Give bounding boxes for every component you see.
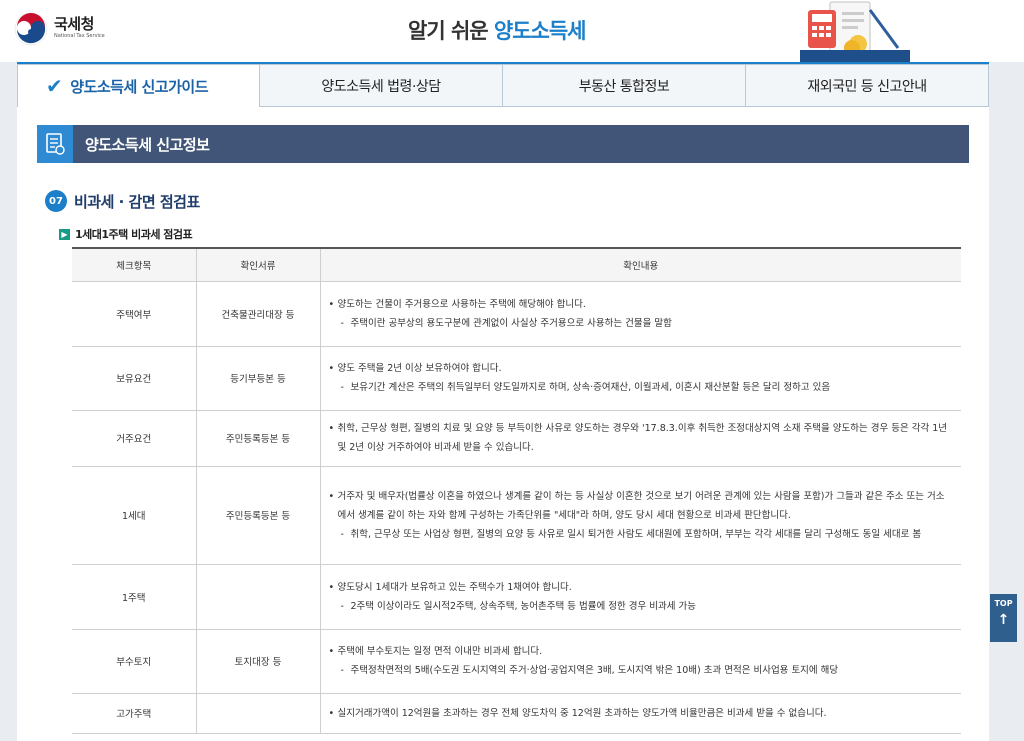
document-cell: 건축물관리대장 등 (195, 281, 320, 347)
detail-main: 양도 주택을 2년 이상 보유하여야 합니다. (329, 359, 950, 378)
section-header: 양도소득세 신고정보 (37, 125, 969, 163)
table-row: 부수토지 토지대장 등 주택에 부수토지는 일정 면적 이내만 비과세 합니다.… (72, 629, 961, 694)
detail-sub: 주택정착면적의 5배(수도권 도시지역의 주거·상업·공업지역은 3배, 도시지… (329, 661, 950, 680)
check-item-cell: 1세대 (72, 466, 196, 565)
table-row: 주택여부 건축물관리대장 등 양도하는 건물이 주거용으로 사용하는 주택에 해… (72, 281, 961, 347)
detail-sub: 보유기간 계산은 주택의 취득일부터 양도일까지로 하며, 상속·증여재산, 이… (329, 378, 950, 397)
document-cell: 토지대장 등 (195, 629, 320, 694)
tax-illustration-icon (800, 1, 910, 62)
document-cell: 주민등록등본 등 (195, 466, 320, 565)
table-header-cell: 확인서류 (195, 248, 320, 282)
detail-main: 양도당시 1세대가 보유하고 있는 주택수가 1채여야 합니다. (329, 578, 950, 597)
check-icon: ✔ (46, 74, 63, 98)
page-title: 알기 쉬운 양도소득세 (408, 15, 587, 45)
check-item-cell: 1주택 (72, 564, 196, 630)
detail-cell: 취학, 근무상 형편, 질병의 치료 및 요양 등 부득이한 사유로 양도하는 … (319, 410, 961, 467)
document-icon (37, 125, 73, 163)
tab-label: 재외국민 등 신고안내 (807, 78, 927, 95)
tab-label: 부동산 통합정보 (578, 78, 670, 95)
arrow-up-icon: ↑ (997, 612, 1010, 628)
detail-main: 취학, 근무상 형편, 질병의 치료 및 요양 등 부득이한 사유로 양도하는 … (329, 419, 950, 457)
detail-sub: 주택이란 공부상의 용도구분에 관계없이 사실상 주거용으로 사용하는 건물을 … (329, 314, 950, 333)
document-cell: 주민등록등본 등 (195, 410, 320, 467)
scroll-top-button[interactable]: TOP ↑ (990, 594, 1017, 642)
table-header-cell: 체크항목 (72, 248, 196, 282)
header: 국세청 National Tax Service 알기 쉬운 양도소득세 (0, 0, 1024, 62)
detail-sub: 2주택 이상이라도 일시적2주택, 상속주택, 농어촌주택 등 법률에 정한 경… (329, 597, 950, 616)
tab-label: 양도소득세 법령·상담 (321, 78, 441, 95)
step-number-badge: 07 (45, 190, 67, 212)
table-row: 보유요건 등기부등본 등 양도 주택을 2년 이상 보유하여야 합니다. 보유기… (72, 346, 961, 411)
chevron-right-icon: ▶ (59, 228, 70, 240)
top-label: TOP (994, 599, 1013, 608)
table-header-cell: 확인내용 (319, 248, 961, 282)
checklist-table: 체크항목 확인서류 확인내용 주택여부 건축물관리대장 등 양도하는 건물이 주… (72, 247, 961, 734)
check-item-cell: 주택여부 (72, 281, 196, 347)
table-row: 1주택 양도당시 1세대가 보유하고 있는 주택수가 1채여야 합니다. 2주택… (72, 564, 961, 630)
step-title: 비과세 · 감면 점검표 (74, 192, 200, 211)
page-title-prefix: 알기 쉬운 (408, 19, 494, 43)
detail-cell: 주택에 부수토지는 일정 면적 이내만 비과세 합니다. 주택정착면적의 5배(… (319, 629, 961, 694)
nts-logo-icon[interactable] (14, 12, 48, 46)
tab-real-estate-info[interactable]: 부동산 통합정보 (503, 64, 746, 107)
tab-law-consult[interactable]: 양도소득세 법령·상담 (260, 64, 503, 107)
page: 국세청 National Tax Service 알기 쉬운 양도소득세 ✔ 양… (0, 0, 1024, 741)
detail-cell: 실지거래가액이 12억원을 초과하는 경우 전체 양도차익 중 12억원 초과하… (319, 693, 961, 734)
check-item-cell: 고가주택 (72, 693, 196, 734)
tab-overseas-report[interactable]: 재외국민 등 신고안내 (746, 64, 989, 107)
detail-cell: 양도하는 건물이 주거용으로 사용하는 주택에 해당해야 합니다. 주택이란 공… (319, 281, 961, 347)
detail-cell: 양도 주택을 2년 이상 보유하여야 합니다. 보유기간 계산은 주택의 취득일… (319, 346, 961, 411)
table-row: 1세대 주민등록등본 등 거주자 및 배우자(법률상 이혼을 하였으나 생계를 … (72, 466, 961, 565)
detail-main: 양도하는 건물이 주거용으로 사용하는 주택에 해당해야 합니다. (329, 295, 950, 314)
detail-main: 거주자 및 배우자(법률상 이혼을 하였으나 생계를 같이 하는 등 사실상 이… (329, 487, 950, 525)
check-item-cell: 부수토지 (72, 629, 196, 694)
check-item-cell: 거주요건 (72, 410, 196, 467)
table-header-row: 체크항목 확인서류 확인내용 (72, 248, 961, 282)
subsection-heading: ▶ 1세대1주택 비과세 점검표 (59, 226, 193, 242)
document-cell (195, 564, 320, 630)
logo-subtext: National Tax Service (54, 33, 105, 39)
detail-cell: 거주자 및 배우자(법률상 이혼을 하였으나 생계를 같이 하는 등 사실상 이… (319, 466, 961, 565)
detail-cell: 양도당시 1세대가 보유하고 있는 주택수가 1채여야 합니다. 2주택 이상이… (319, 564, 961, 630)
detail-main: 주택에 부수토지는 일정 면적 이내만 비과세 합니다. (329, 642, 950, 661)
logo-text[interactable]: 국세청 (54, 13, 94, 34)
check-item-cell: 보유요건 (72, 346, 196, 411)
table-row: 고가주택 실지거래가액이 12억원을 초과하는 경우 전체 양도차익 중 12억… (72, 693, 961, 734)
section-title: 양도소득세 신고정보 (85, 135, 210, 154)
tab-label: 양도소득세 신고가이드 (70, 77, 208, 96)
detail-main: 실지거래가액이 12억원을 초과하는 경우 전체 양도차익 중 12억원 초과하… (329, 704, 950, 723)
table-row: 거주요건 주민등록등본 등 취학, 근무상 형편, 질병의 치료 및 요양 등 … (72, 410, 961, 467)
main-tabs: ✔ 양도소득세 신고가이드 양도소득세 법령·상담 부동산 통합정보 재외국민 … (17, 62, 989, 107)
document-cell (195, 693, 320, 734)
page-title-highlight: 양도소득세 (493, 19, 587, 43)
tab-report-guide[interactable]: ✔ 양도소득세 신고가이드 (17, 64, 260, 107)
detail-sub: 취학, 근무상 또는 사업상 형편, 질병의 요양 등 사유로 일시 퇴거한 사… (329, 525, 950, 544)
subsection-title: 1세대1주택 비과세 점검표 (75, 228, 193, 241)
document-cell: 등기부등본 등 (195, 346, 320, 411)
step-heading: 07 비과세 · 감면 점검표 (45, 190, 200, 212)
